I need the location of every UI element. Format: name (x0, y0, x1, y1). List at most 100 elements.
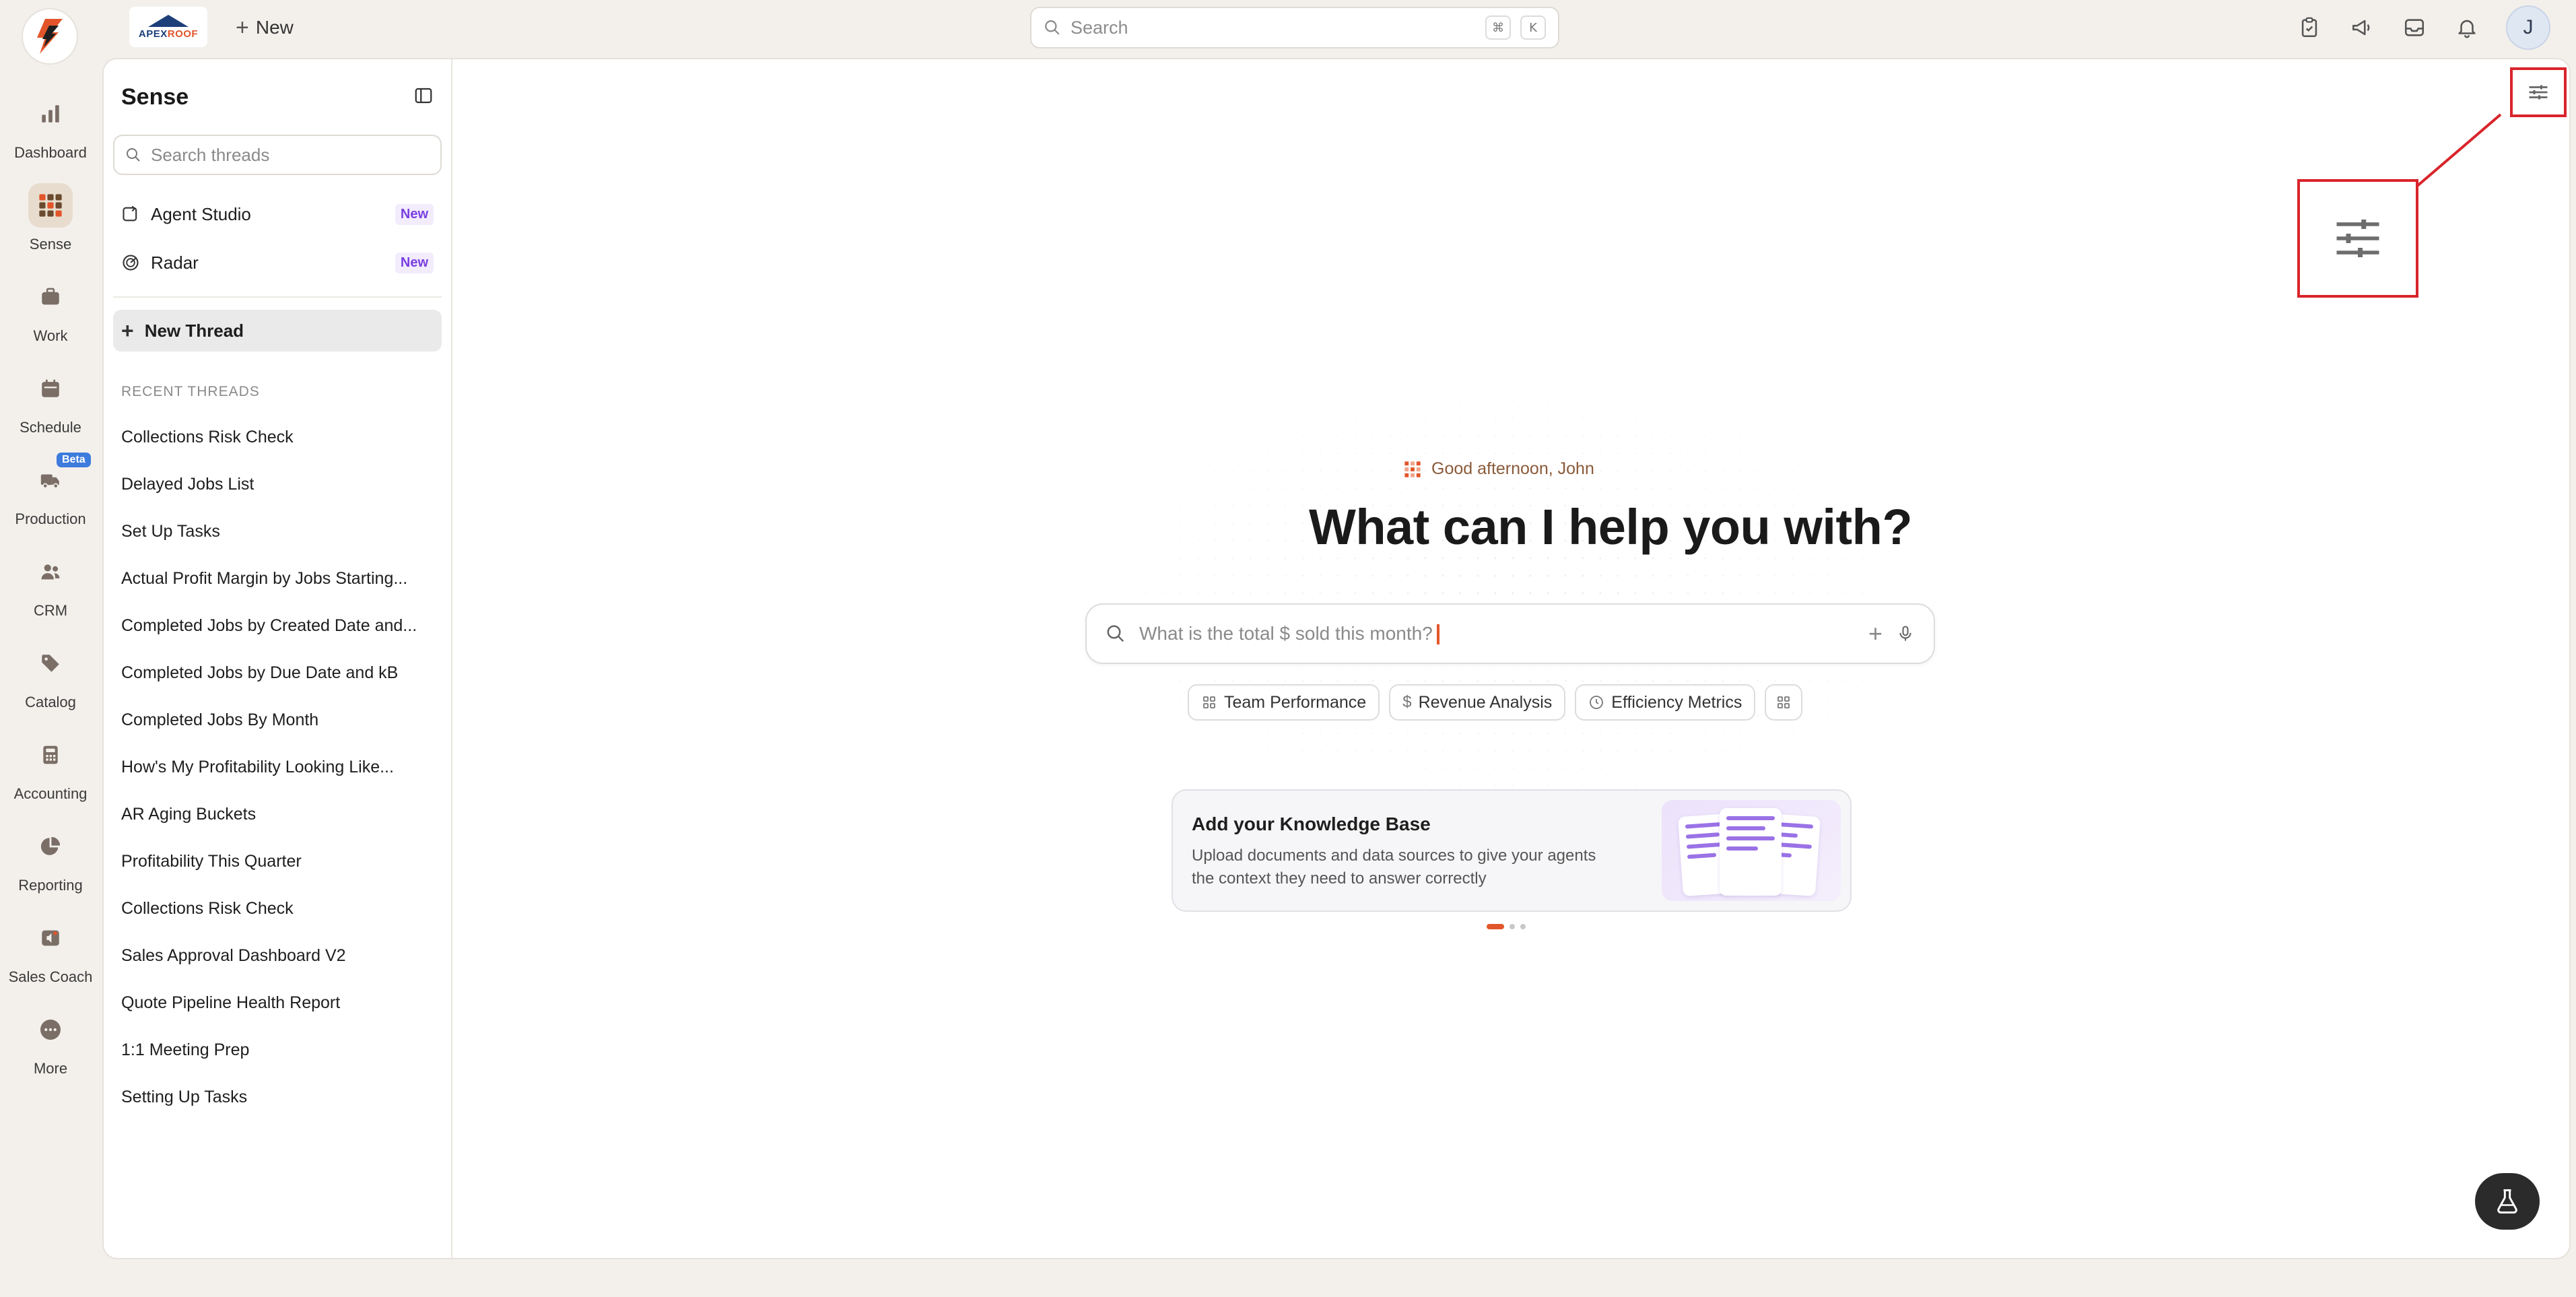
inbox-icon[interactable] (2401, 14, 2428, 41)
sense-logo-icon (1404, 461, 1421, 477)
chip-label: Team Performance (1224, 692, 1367, 712)
ask-input-placeholder: What is the total $ sold this month? (1139, 623, 1855, 645)
thread-item[interactable]: Delayed Jobs List (113, 461, 442, 508)
nav-label: Sense (29, 236, 72, 253)
kb-description: Upload documents and data sources to giv… (1192, 846, 1596, 888)
nav-item-work[interactable]: Work (0, 257, 101, 349)
recent-threads-heading: RECENT THREADS (121, 384, 260, 399)
thread-item[interactable]: Completed Jobs by Created Date and... (113, 602, 442, 649)
calendar-icon (28, 366, 73, 411)
left-nav: Dashboard Sense Work Schedule Beta Produ… (0, 74, 101, 1082)
chip-label: Revenue Analysis (1418, 692, 1553, 712)
new-button[interactable]: + New (229, 12, 300, 43)
chip-label: Efficiency Metrics (1611, 692, 1742, 712)
lab-button[interactable] (2475, 1173, 2540, 1230)
carousel-dot[interactable] (1510, 924, 1515, 929)
calculator-icon (28, 733, 73, 777)
nav-item-dashboard[interactable]: Dashboard (0, 74, 101, 166)
greeting-text: Good afternoon, John (1431, 459, 1594, 478)
nav-item-schedule[interactable]: Schedule (0, 349, 101, 440)
zoomed-sliders-callout (2297, 179, 2418, 298)
add-attachment-icon[interactable]: + (1868, 622, 1883, 646)
nav-label: Work (33, 327, 68, 344)
thread-item[interactable]: Collections Risk Check (113, 413, 442, 461)
bar-chart-icon (28, 92, 73, 136)
thread-item[interactable]: Profitability This Quarter (113, 838, 442, 885)
sliders-icon (2336, 220, 2379, 257)
shortcut-key-cmd: ⌘ (1485, 15, 1511, 40)
thread-item[interactable]: Completed Jobs By Month (113, 696, 442, 743)
carousel-dot[interactable] (1487, 924, 1504, 929)
nav-label: More (33, 1060, 68, 1077)
nav-item-accounting[interactable]: Accounting (0, 715, 101, 807)
nav-item-more[interactable]: More (0, 990, 101, 1082)
thread-item[interactable]: Set Up Tasks (113, 508, 442, 555)
thread-item[interactable]: How's My Profitability Looking Like... (113, 743, 442, 791)
thread-item[interactable]: Quote Pipeline Health Report (113, 979, 442, 1026)
nav-item-sales-coach[interactable]: Sales Coach (0, 898, 101, 990)
clipboard-check-icon[interactable] (2296, 14, 2323, 41)
thread-item[interactable]: AR Aging Buckets (113, 791, 442, 838)
coach-icon (28, 916, 73, 960)
nav-label: CRM (33, 602, 68, 619)
nav-label: Production (15, 510, 86, 527)
thread-item[interactable]: Actual Profit Margin by Jobs Starting... (113, 555, 442, 602)
nav-label: Accounting (13, 785, 88, 802)
top-icons: J (2296, 5, 2550, 50)
thread-item[interactable]: Sales Approval Dashboard V2 (113, 932, 442, 979)
users-icon (28, 550, 73, 594)
suggestion-chips: Team Performance $ Revenue Analysis Effi… (1188, 684, 1803, 721)
flask-icon (2497, 1189, 2517, 1213)
nav-item-production[interactable]: Beta Production (0, 440, 101, 532)
nav-item-sense[interactable]: Sense (0, 166, 101, 257)
ellipsis-icon (28, 1007, 73, 1052)
nav-item-reporting[interactable]: Reporting (0, 807, 101, 898)
megaphone-icon[interactable] (2348, 14, 2375, 41)
search-icon (1045, 20, 1060, 35)
chip-revenue-analysis[interactable]: $ Revenue Analysis (1389, 684, 1566, 721)
bolt-logo-icon (37, 19, 63, 54)
app-logo[interactable] (22, 8, 78, 65)
nav-item-crm[interactable]: CRM (0, 532, 101, 624)
grid-icon (1203, 696, 1215, 708)
pie-chart-icon (28, 824, 73, 869)
global-search-input[interactable]: Search ⌘ K (1030, 7, 1559, 48)
thread-item[interactable]: Setting Up Tasks (113, 1073, 442, 1121)
new-button-label: New (255, 17, 294, 38)
thread-item[interactable]: Collections Risk Check (113, 885, 442, 932)
grid-icon (1777, 696, 1790, 708)
chip-team-performance[interactable]: Team Performance (1188, 684, 1380, 721)
company-logo-text: APEXROOF (138, 28, 199, 40)
documents-illustration (1662, 800, 1841, 901)
global-search-placeholder: Search (1071, 17, 1128, 38)
nav-label: Catalog (25, 694, 76, 710)
nav-item-catalog[interactable]: Catalog (0, 624, 101, 715)
beta-badge: Beta (57, 453, 91, 467)
microphone-icon[interactable] (1896, 624, 1915, 644)
thread-item[interactable]: Completed Jobs by Due Date and kB (113, 649, 442, 696)
chip-more[interactable] (1765, 684, 1803, 721)
nav-label: Reporting (18, 877, 83, 894)
carousel-dot[interactable] (1520, 924, 1526, 929)
briefcase-icon (28, 275, 73, 319)
callout-connector (2414, 113, 2502, 189)
knowledge-base-card[interactable]: Add your Knowledge Base Upload documents… (1172, 789, 1852, 912)
top-bar: APEXROOF + New Search ⌘ K J (0, 0, 2576, 65)
chip-efficiency-metrics[interactable]: Efficiency Metrics (1575, 684, 1756, 721)
ask-input[interactable]: What is the total $ sold this month? + (1085, 603, 1935, 664)
bell-icon[interactable] (2453, 14, 2480, 41)
shortcut-key-k: K (1520, 15, 1546, 40)
main-frame: Sense Search threads Agent Studio New Ra… (102, 58, 2571, 1259)
dollar-icon: $ (1402, 693, 1412, 711)
nav-label: Schedule (20, 419, 81, 436)
carousel-indicator (1487, 924, 1526, 929)
clock-icon (1590, 696, 1604, 709)
nav-label: Sales Coach (8, 968, 93, 985)
company-logo[interactable]: APEXROOF (129, 7, 207, 47)
page-headline: What can I help you with? (1308, 499, 1913, 555)
thread-item[interactable]: 1:1 Meeting Prep (113, 1026, 442, 1073)
roof-graphic (148, 14, 189, 27)
search-icon (1107, 625, 1124, 642)
nav-label: Dashboard (14, 144, 87, 161)
user-avatar[interactable]: J (2506, 5, 2550, 50)
